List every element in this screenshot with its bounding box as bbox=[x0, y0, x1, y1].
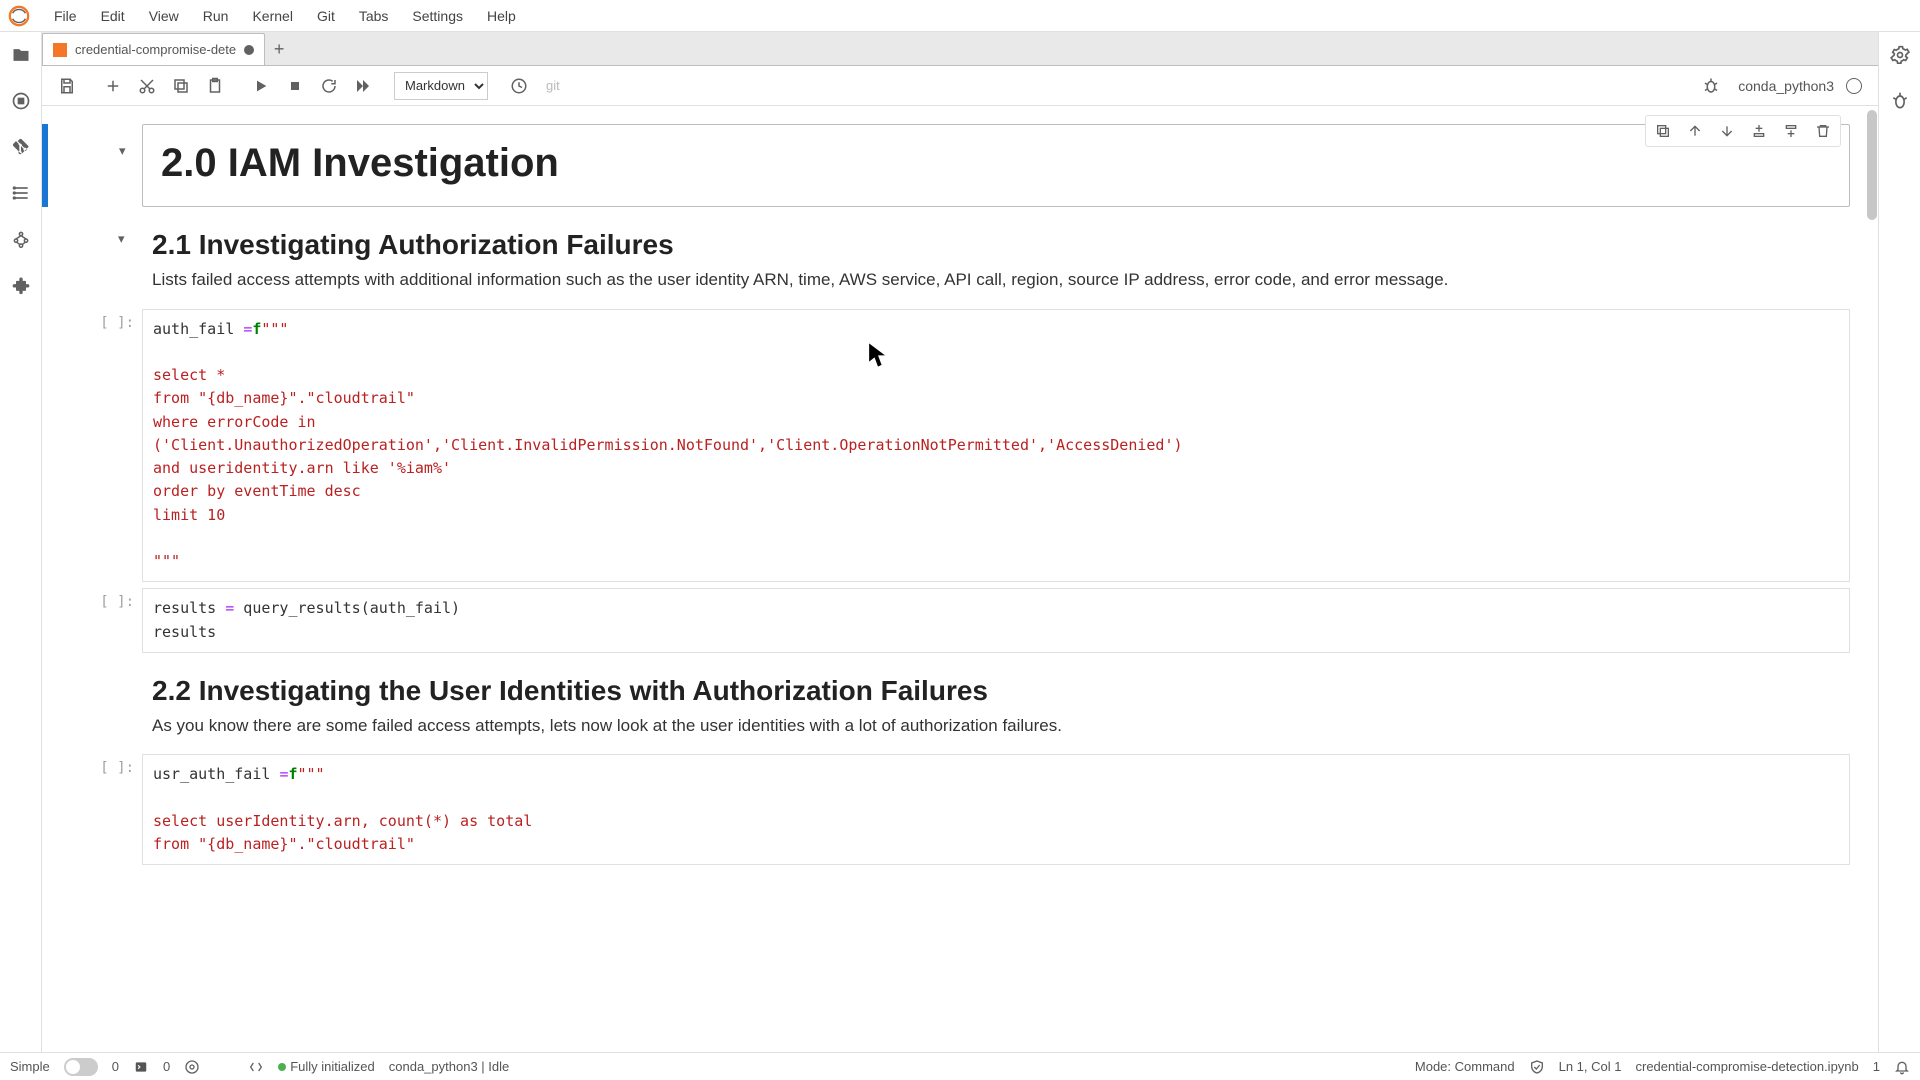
paragraph-auth-failures: Lists failed access attempts with additi… bbox=[152, 267, 1840, 293]
terminal-icon[interactable] bbox=[133, 1059, 149, 1075]
cut-button[interactable] bbox=[132, 71, 162, 101]
cell-toolbar bbox=[1645, 115, 1841, 147]
cell-prompt bbox=[80, 213, 142, 303]
menu-help[interactable]: Help bbox=[475, 4, 528, 28]
delete-cell-button[interactable] bbox=[1812, 120, 1834, 142]
menu-tabs[interactable]: Tabs bbox=[347, 4, 401, 28]
paste-button[interactable] bbox=[200, 71, 230, 101]
restart-button[interactable] bbox=[314, 71, 344, 101]
notebook: ▾ 2.0 IAM Investigation ▾ 2.1 Investigat… bbox=[42, 106, 1878, 883]
git-changes-count: 0 bbox=[112, 1059, 119, 1074]
running-terminals-icon[interactable] bbox=[10, 90, 32, 112]
extensions-icon[interactable] bbox=[10, 274, 32, 296]
cell-prompt bbox=[80, 124, 142, 207]
insert-below-button[interactable] bbox=[1780, 120, 1802, 142]
git-icon[interactable] bbox=[10, 136, 32, 158]
menu-git[interactable]: Git bbox=[305, 4, 347, 28]
kernel-name[interactable]: conda_python3 bbox=[1738, 78, 1834, 94]
heading-auth-failures: 2.1 Investigating Authorization Failures bbox=[152, 229, 1840, 261]
restart-run-all-button[interactable] bbox=[348, 71, 378, 101]
code-editor[interactable]: usr_auth_fail =f""" select userIdentity.… bbox=[142, 754, 1850, 865]
cell-prompt: [ ]: bbox=[80, 588, 142, 653]
code-cell[interactable]: [ ]: auth_fail =f""" select * from "{db_… bbox=[80, 309, 1850, 583]
cell-prompt bbox=[80, 659, 142, 749]
trusted-icon[interactable] bbox=[1529, 1059, 1545, 1075]
menu-view[interactable]: View bbox=[137, 4, 191, 28]
code-cell[interactable]: [ ]: usr_auth_fail =f""" select userIden… bbox=[80, 754, 1850, 865]
property-inspector-icon[interactable] bbox=[1889, 44, 1911, 66]
kernel-status-icon[interactable] bbox=[1846, 78, 1862, 94]
simple-mode-label: Simple bbox=[10, 1059, 50, 1074]
cell-prompt: [ ]: bbox=[80, 309, 142, 583]
command-mode: Mode: Command bbox=[1415, 1059, 1515, 1074]
cell-type-select[interactable]: Markdown bbox=[394, 72, 488, 100]
markdown-cell[interactable]: ▾ 2.1 Investigating Authorization Failur… bbox=[80, 213, 1850, 303]
bell-icon[interactable] bbox=[1894, 1059, 1910, 1075]
scrollbar-thumb[interactable] bbox=[1867, 110, 1877, 220]
run-button[interactable] bbox=[246, 71, 276, 101]
debugger-panel-icon[interactable] bbox=[1889, 90, 1911, 112]
terminals-count: 0 bbox=[163, 1059, 170, 1074]
left-sidebar bbox=[0, 32, 42, 1052]
insert-cell-button[interactable] bbox=[98, 71, 128, 101]
notebook-toolbar: Markdown git conda_python3 bbox=[42, 66, 1878, 106]
collapse-caret-icon[interactable]: ▾ bbox=[118, 231, 125, 247]
cursor-position: Ln 1, Col 1 bbox=[1559, 1059, 1622, 1074]
markdown-cell[interactable]: ▾ 2.0 IAM Investigation bbox=[80, 124, 1850, 207]
menu-edit[interactable]: Edit bbox=[89, 4, 137, 28]
tab-title: credential-compromise-dete bbox=[75, 42, 236, 57]
tabbar: credential-compromise-dete + bbox=[42, 32, 1878, 66]
main-area: credential-compromise-dete + Markdown gi… bbox=[0, 32, 1920, 1052]
file-browser-icon[interactable] bbox=[10, 44, 32, 66]
heading-user-identities: 2.2 Investigating the User Identities wi… bbox=[152, 675, 1840, 707]
menu-kernel[interactable]: Kernel bbox=[240, 4, 304, 28]
unsaved-indicator-icon bbox=[244, 45, 254, 55]
git-branch-label: git bbox=[546, 78, 560, 93]
history-button[interactable] bbox=[504, 71, 534, 101]
paragraph-user-identities: As you know there are some failed access… bbox=[152, 713, 1840, 739]
debugger-button[interactable] bbox=[1696, 71, 1726, 101]
code-editor[interactable]: results = query_results(auth_fail) resul… bbox=[142, 588, 1850, 653]
code-cell[interactable]: [ ]: results = query_results(auth_fail) … bbox=[80, 588, 1850, 653]
notification-count: 1 bbox=[1873, 1059, 1880, 1074]
duplicate-cell-button[interactable] bbox=[1652, 120, 1674, 142]
scrollbar[interactable] bbox=[1866, 106, 1878, 1052]
collapse-caret-icon[interactable]: ▾ bbox=[119, 143, 126, 159]
markdown-cell[interactable]: 2.2 Investigating the User Identities wi… bbox=[80, 659, 1850, 749]
work-area: credential-compromise-dete + Markdown gi… bbox=[42, 32, 1878, 1052]
save-button[interactable] bbox=[52, 71, 82, 101]
lsp-status: Fully initialized bbox=[290, 1059, 375, 1074]
kernel-settings-icon[interactable] bbox=[184, 1059, 200, 1075]
kernel-status: conda_python3 | Idle bbox=[389, 1059, 509, 1074]
statusbar: Simple 0 0 Fully initialized conda_pytho… bbox=[0, 1052, 1920, 1080]
menu-file[interactable]: File bbox=[42, 4, 89, 28]
toc-icon[interactable] bbox=[10, 182, 32, 204]
menu-run[interactable]: Run bbox=[191, 4, 241, 28]
notebook-glyph-icon bbox=[53, 43, 67, 57]
clusters-icon[interactable] bbox=[10, 228, 32, 250]
notebook-tab[interactable]: credential-compromise-dete bbox=[42, 33, 265, 65]
move-down-button[interactable] bbox=[1716, 120, 1738, 142]
add-tab-button[interactable]: + bbox=[265, 33, 293, 65]
lsp-icon[interactable] bbox=[248, 1059, 264, 1075]
filename-status: credential-compromise-detection.ipynb bbox=[1635, 1059, 1858, 1074]
simple-mode-toggle[interactable] bbox=[64, 1058, 98, 1076]
copy-button[interactable] bbox=[166, 71, 196, 101]
code-editor[interactable]: auth_fail =f""" select * from "{db_name}… bbox=[142, 309, 1850, 583]
cell-prompt: [ ]: bbox=[80, 754, 142, 865]
insert-above-button[interactable] bbox=[1748, 120, 1770, 142]
menu-settings[interactable]: Settings bbox=[400, 4, 475, 28]
jupyter-logo bbox=[8, 5, 30, 27]
heading-iam-investigation: 2.0 IAM Investigation bbox=[161, 141, 1831, 186]
right-sidebar bbox=[1878, 32, 1920, 1052]
notebook-scroll[interactable]: ▾ 2.0 IAM Investigation ▾ 2.1 Investigat… bbox=[42, 106, 1878, 1052]
stop-button[interactable] bbox=[280, 71, 310, 101]
move-up-button[interactable] bbox=[1684, 120, 1706, 142]
lsp-status-dot-icon bbox=[278, 1063, 286, 1071]
menubar: File Edit View Run Kernel Git Tabs Setti… bbox=[0, 0, 1920, 32]
